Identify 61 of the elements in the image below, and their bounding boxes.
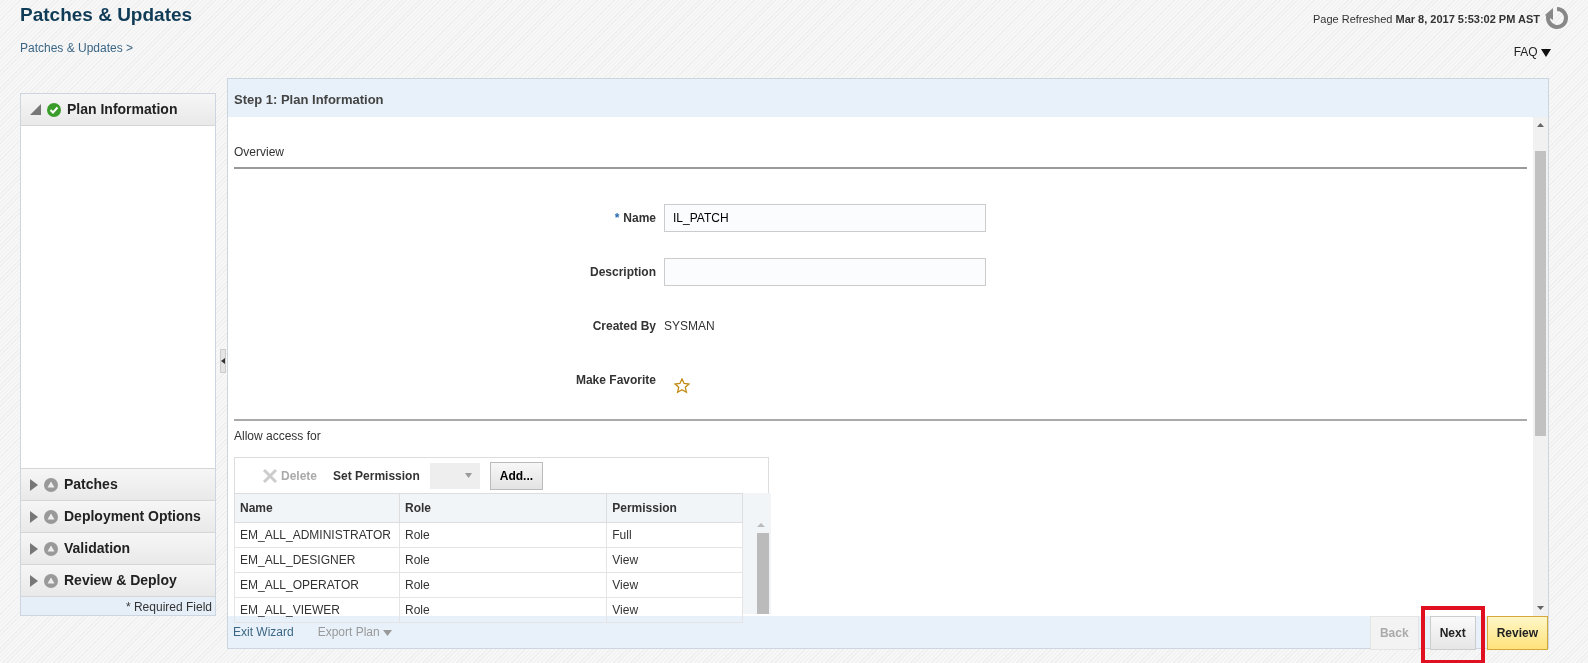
- page-title: Patches & Updates: [20, 4, 193, 27]
- table-cell: EM_ALL_OPERATOR: [234, 572, 400, 598]
- step-label: Validation: [64, 539, 131, 558]
- table-cell: Role: [399, 547, 607, 573]
- table-cell: Full: [606, 522, 743, 548]
- wizard-step[interactable]: Validation: [21, 533, 215, 565]
- scrollbar[interactable]: [743, 493, 771, 614]
- field-label: Make Favorite: [575, 373, 656, 387]
- step-label: Review & Deploy: [64, 571, 177, 590]
- required-asterisk: *: [614, 211, 620, 225]
- star-icon[interactable]: [674, 378, 690, 394]
- step-label: Plan Information: [67, 100, 178, 119]
- section-heading: Overview: [234, 117, 1527, 169]
- refresh-icon[interactable]: [1544, 5, 1570, 31]
- field-label: Name: [623, 211, 656, 225]
- collapsed-triangle-icon: [30, 542, 38, 555]
- step-label: Deployment Options: [64, 507, 201, 526]
- field-value: SYSMAN: [664, 318, 715, 335]
- breadcrumb-link[interactable]: Patches & Updates >: [20, 39, 134, 57]
- footer-link[interactable]: Exit Wizard: [233, 623, 294, 641]
- add-button[interactable]: Add...: [489, 461, 544, 490]
- table-cell: EM_ALL_VIEWER: [234, 597, 400, 623]
- collapsed-triangle-icon: [30, 574, 38, 587]
- scrollbar[interactable]: [1533, 117, 1548, 616]
- wizard-step[interactable]: Plan Information: [21, 94, 215, 126]
- step-label: Patches: [64, 475, 118, 494]
- close-icon: [263, 468, 277, 483]
- column-header: Name: [234, 493, 400, 523]
- table-cell: EM_ALL_ADMINISTRATOR: [234, 522, 400, 548]
- caret-icon: [464, 473, 472, 478]
- column-header: Permission: [606, 493, 743, 523]
- table-cell: Role: [399, 522, 607, 548]
- wizard-step[interactable]: Deployment Options: [21, 501, 215, 533]
- field-label: Description: [590, 265, 656, 279]
- faq-menu[interactable]: FAQ: [1513, 43, 1551, 61]
- text-field[interactable]: IL_PATCH: [664, 204, 986, 232]
- table-cell: Role: [399, 572, 607, 598]
- wizard-step[interactable]: Patches: [21, 469, 215, 501]
- table-cell: Role: [399, 597, 607, 623]
- table-cell: View: [606, 547, 743, 573]
- text-field[interactable]: [664, 258, 986, 286]
- splitter-handle[interactable]: [220, 349, 226, 373]
- collapsed-triangle-icon: [30, 510, 38, 523]
- table-cell: EM_ALL_DESIGNER: [234, 547, 400, 573]
- table-cell: View: [606, 572, 743, 598]
- panel-title: Step 1: Plan Information: [233, 91, 385, 109]
- permission-label: Set Permission: [333, 467, 420, 485]
- refresh-timestamp: Page Refreshed Mar 8, 2017 5:53:02 PM AST: [1312, 12, 1540, 27]
- arrow-icon: [221, 358, 225, 364]
- caret-icon: [1541, 48, 1551, 57]
- required-note: * Required Field: [21, 597, 215, 615]
- expanded-triangle-icon: [30, 104, 41, 115]
- field-label: Created By: [592, 319, 656, 333]
- wizard-step[interactable]: Review & Deploy: [21, 565, 215, 597]
- wizard-button[interactable]: Next: [1429, 616, 1476, 650]
- table-cell: View: [606, 597, 743, 623]
- permission-dropdown[interactable]: [429, 462, 480, 489]
- column-header: Role: [399, 493, 607, 523]
- section-heading: Allow access for: [234, 428, 322, 445]
- collapsed-triangle-icon: [30, 478, 38, 491]
- wizard-button[interactable]: Review: [1486, 616, 1548, 650]
